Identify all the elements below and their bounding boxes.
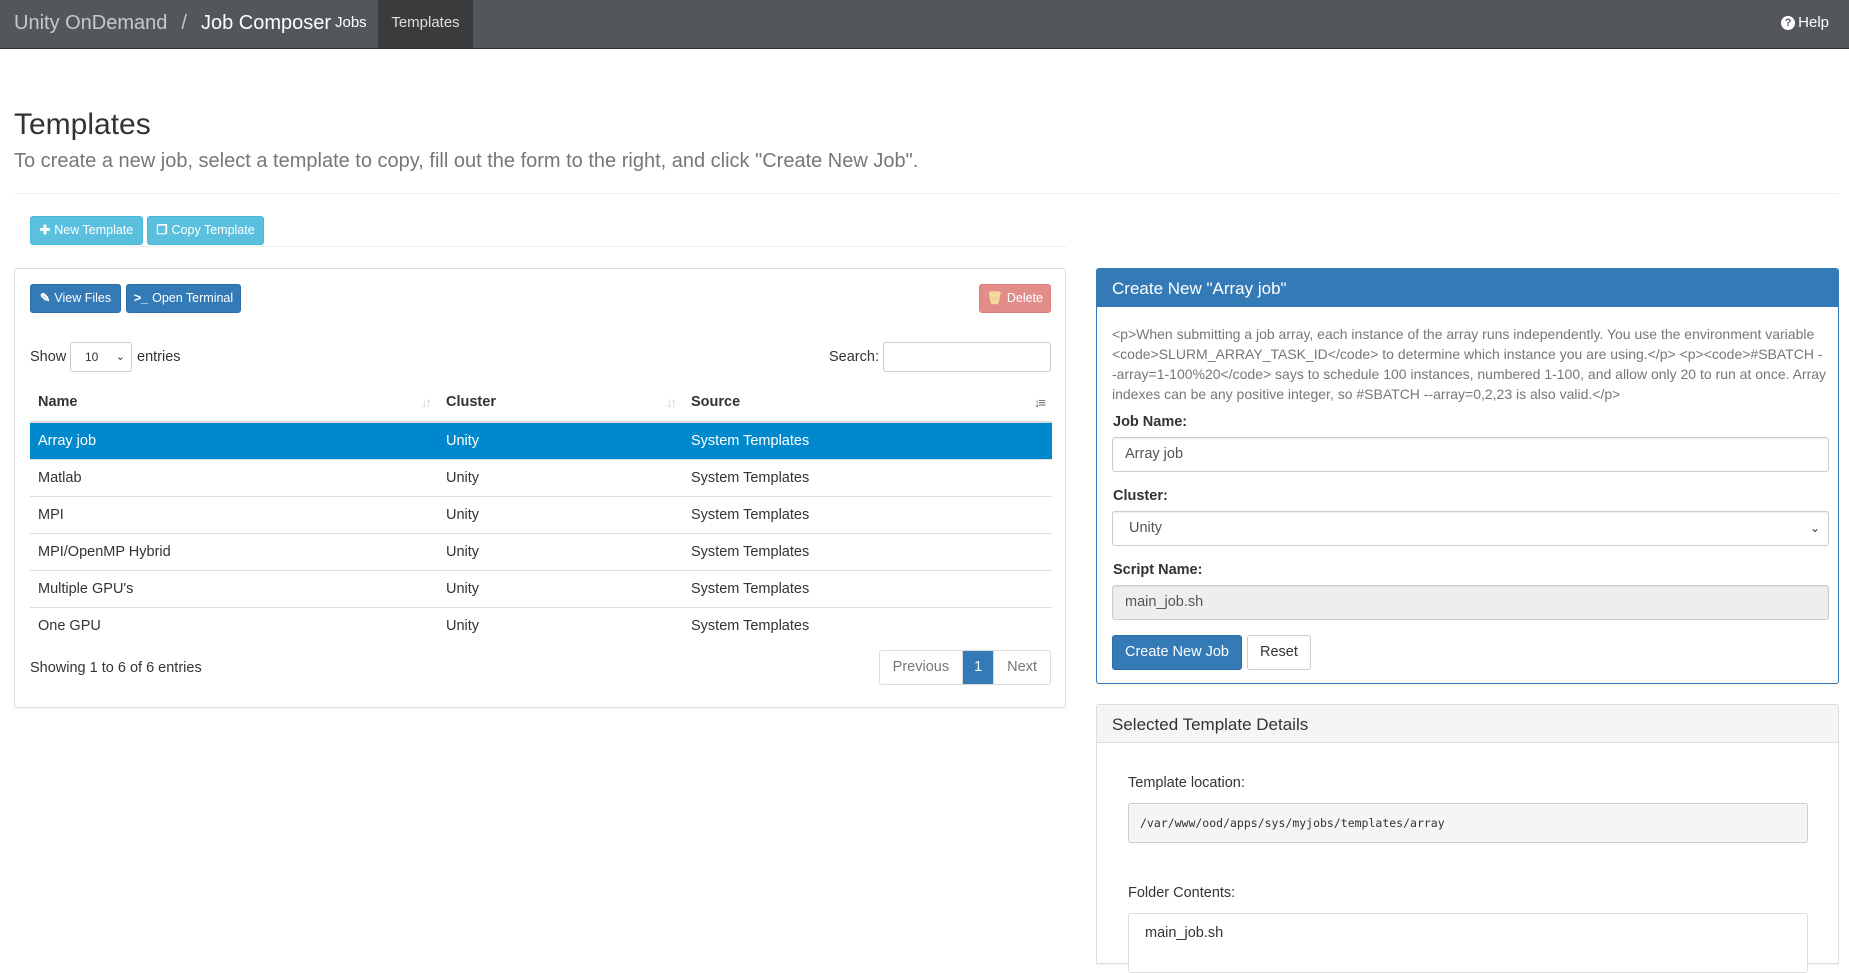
question-circle-icon: ? xyxy=(1781,16,1796,30)
cell-source: System Templates xyxy=(683,495,1052,533)
folder-contents-list: main_job.sh xyxy=(1128,913,1808,973)
trash-icon: 🗑 xyxy=(986,291,1003,305)
terminal-icon: >_ xyxy=(133,291,149,305)
brand-link[interactable]: Unity OnDemand xyxy=(14,12,167,34)
breadcrumb: Unity OnDemand / Job Composer xyxy=(14,12,331,35)
nav-jobs[interactable]: Jobs xyxy=(318,0,384,48)
show-label: Show xyxy=(30,349,67,365)
divider xyxy=(30,246,1066,247)
cell-cluster: Unity xyxy=(438,606,683,644)
cell-source: System Templates xyxy=(683,422,1052,459)
reset-button[interactable]: Reset xyxy=(1247,635,1311,670)
templates-table: Name ↓↑ Cluster ↓↑ Source ↓≡ Array job Unit… xyxy=(30,383,1052,644)
cell-cluster: Unity xyxy=(438,495,683,533)
create-job-panel: Create New "Array job" <p>When submittin… xyxy=(1096,268,1839,684)
script-name-label: Script Name: xyxy=(1113,562,1203,578)
cell-name: One GPU xyxy=(30,606,438,644)
template-location-value: /var/www/ood/apps/sys/myjobs/templates/a… xyxy=(1128,803,1808,843)
search-input[interactable] xyxy=(883,342,1051,372)
pagination-page-1[interactable]: 1 xyxy=(963,651,994,684)
job-name-input[interactable]: Array job xyxy=(1112,437,1829,472)
column-header-source[interactable]: Source ↓≡ xyxy=(683,383,1052,423)
cell-cluster: Unity xyxy=(438,458,683,496)
app-title-link[interactable]: Job Composer xyxy=(201,12,331,34)
breadcrumb-separator: / xyxy=(181,12,187,34)
cell-cluster: Unity xyxy=(438,532,683,570)
entries-per-page-select[interactable]: 10 ⌄ xyxy=(70,342,132,372)
copy-icon: ❐ xyxy=(156,223,168,237)
details-panel-heading: Selected Template Details xyxy=(1097,705,1838,743)
pagination-next[interactable]: Next xyxy=(993,651,1050,684)
cell-source: System Templates xyxy=(683,569,1052,607)
table-row[interactable]: One GPU Unity System Templates xyxy=(30,606,1052,644)
copy-template-button[interactable]: ❐ Copy Template xyxy=(147,216,264,245)
folder-file-item[interactable]: main_job.sh xyxy=(1145,925,1791,941)
page-title: Templates xyxy=(14,108,151,141)
job-name-label: Job Name: xyxy=(1113,414,1188,430)
cell-source: System Templates xyxy=(683,532,1052,570)
cell-source: System Templates xyxy=(683,458,1052,496)
create-new-job-button[interactable]: Create New Job xyxy=(1112,635,1242,670)
table-row[interactable]: MPI/OpenMP Hybrid Unity System Templates xyxy=(30,532,1052,570)
help-link[interactable]: ? Help xyxy=(1781,14,1829,31)
column-header-cluster[interactable]: Cluster ↓↑ xyxy=(438,383,683,423)
new-template-button[interactable]: ✚ New Template xyxy=(30,216,143,245)
cell-cluster: Unity xyxy=(438,422,683,459)
table-row[interactable]: Array job Unity System Templates xyxy=(30,422,1052,459)
folder-contents-label: Folder Contents: xyxy=(1128,885,1236,901)
template-location-label: Template location: xyxy=(1128,775,1245,791)
divider xyxy=(14,193,1839,194)
sort-desc-icon: ↓≡ xyxy=(1033,395,1046,410)
cell-name: Matlab xyxy=(30,458,438,496)
template-details-panel: Selected Template Details Template locat… xyxy=(1096,704,1839,973)
pagination: Previous 1 Next xyxy=(878,650,1051,685)
nav-templates[interactable]: Templates xyxy=(378,0,473,48)
view-files-button[interactable]: ✎ View Files xyxy=(30,284,121,313)
template-description: <p>When submitting a job array, each ins… xyxy=(1112,326,1827,402)
top-navbar: Unity OnDemand / Job Composer Jobs Templat… xyxy=(0,0,1849,49)
cell-name: Multiple GPU's xyxy=(30,569,438,607)
chevron-down-icon: ⌄ xyxy=(1809,521,1820,535)
cluster-select[interactable]: Unity ⌄ xyxy=(1112,511,1829,546)
help-label: Help xyxy=(1798,14,1829,31)
table-row[interactable]: MPI Unity System Templates xyxy=(30,495,1052,533)
cell-name: MPI/OpenMP Hybrid xyxy=(30,532,438,570)
script-name-input[interactable]: main_job.sh xyxy=(1112,585,1829,620)
create-panel-heading: Create New "Array job" xyxy=(1097,269,1838,307)
cell-cluster: Unity xyxy=(438,569,683,607)
pagination-previous[interactable]: Previous xyxy=(880,651,964,684)
cell-name: MPI xyxy=(30,495,438,533)
sort-icon: ↓↑ xyxy=(421,395,432,410)
column-header-name[interactable]: Name ↓↑ xyxy=(30,383,438,423)
cell-name: Array job xyxy=(30,422,438,459)
templates-panel: ✎ View Files >_ Open Terminal 🗑 Delete Show… xyxy=(14,268,1066,708)
table-row[interactable]: Matlab Unity System Templates xyxy=(30,458,1052,496)
sort-icon: ↓↑ xyxy=(666,395,677,410)
chevron-down-icon: ⌄ xyxy=(115,351,125,363)
plus-icon: ✚ xyxy=(39,223,51,237)
table-row[interactable]: Multiple GPU's Unity System Templates xyxy=(30,569,1052,607)
table-info: Showing 1 to 6 of 6 entries xyxy=(30,660,202,676)
open-terminal-button[interactable]: >_ Open Terminal xyxy=(126,284,241,313)
edit-icon: ✎ xyxy=(39,291,51,305)
entries-label: entries xyxy=(137,349,181,365)
delete-button[interactable]: 🗑 Delete xyxy=(979,284,1051,313)
page-subtitle: To create a new job, select a template t… xyxy=(14,150,919,172)
cluster-label: Cluster: xyxy=(1113,488,1168,504)
search-label: Search: xyxy=(829,349,879,365)
cell-source: System Templates xyxy=(683,606,1052,644)
table-header-row: Name ↓↑ Cluster ↓↑ Source ↓≡ xyxy=(30,383,1052,423)
